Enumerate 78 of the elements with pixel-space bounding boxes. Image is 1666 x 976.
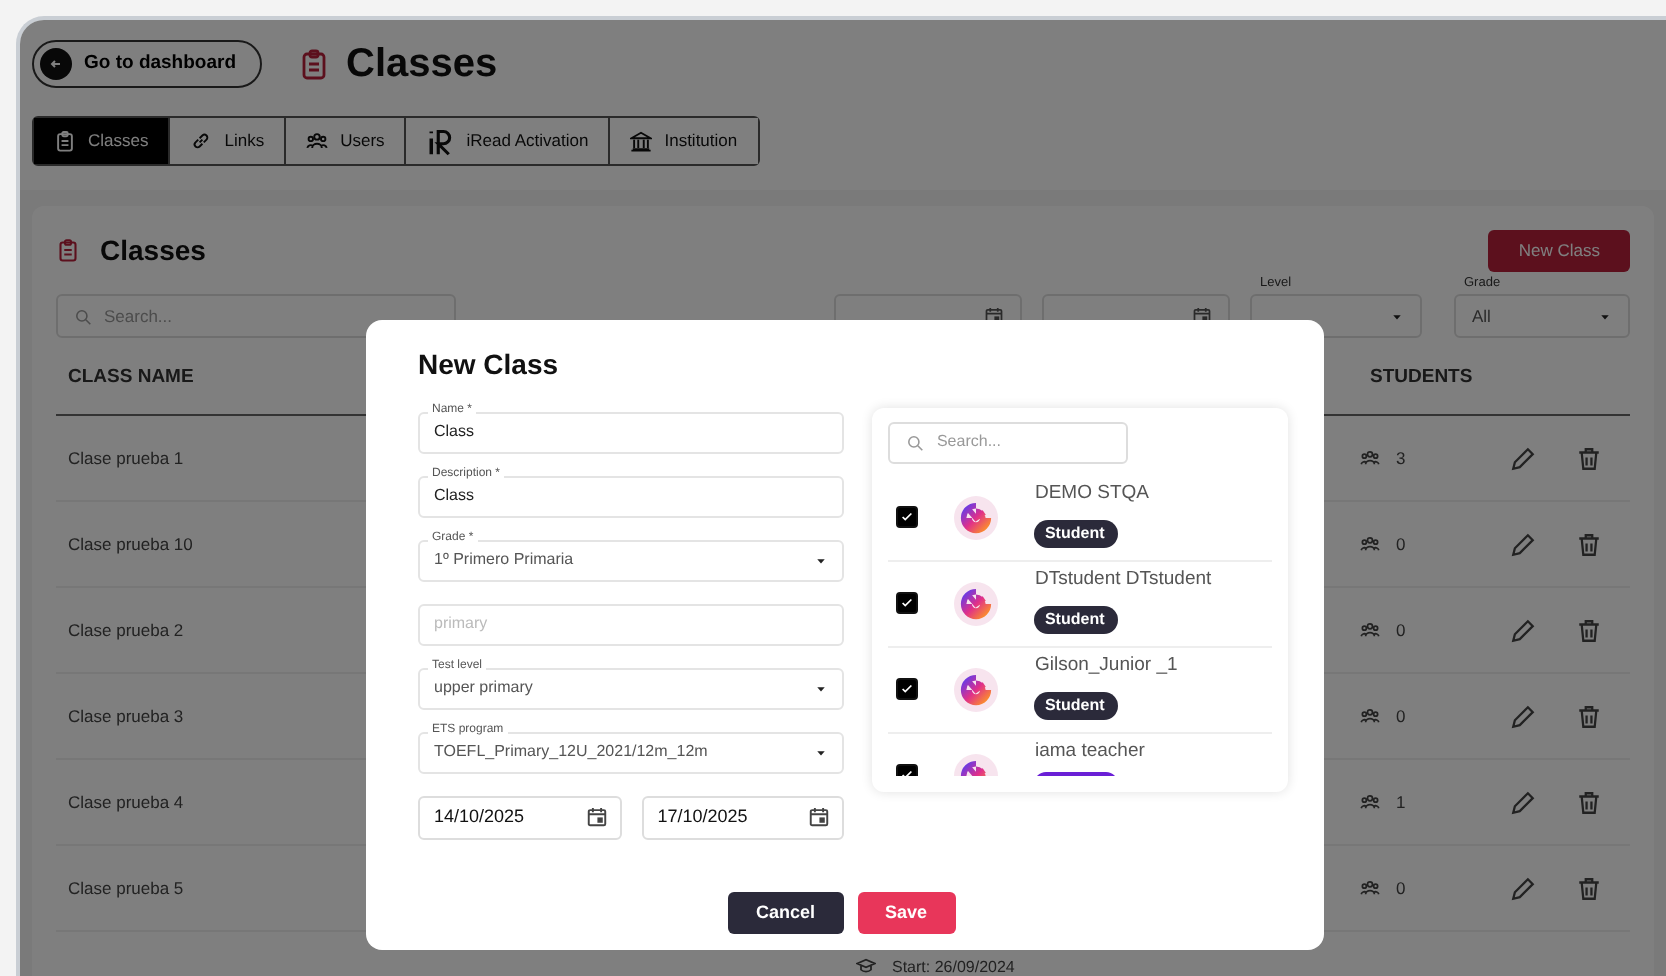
users-icon [1360, 534, 1380, 554]
member-name: iama teacher [1034, 739, 1145, 764]
clipboard-icon [298, 46, 330, 82]
search-field[interactable]: Search... [888, 421, 1129, 464]
new-class-button[interactable]: New Class [1488, 230, 1630, 272]
link-icon [190, 130, 213, 152]
calendar-icon [585, 806, 608, 829]
member-name: Gilson_Junior _1 [1034, 653, 1178, 678]
caret-icon [1598, 311, 1612, 321]
users-icon [306, 130, 329, 152]
column-header: STUDENTS [1370, 364, 1475, 393]
table-cell: Clase prueba 3 [68, 703, 184, 729]
users-icon [1360, 706, 1380, 726]
date-field[interactable]: 14/10/2025 [418, 795, 622, 840]
cancel-button[interactable]: Cancel [728, 891, 844, 934]
pencil-icon[interactable] [1510, 617, 1536, 643]
start-date: Start: 26/09/2024 [892, 957, 1015, 975]
pencil-icon[interactable] [1510, 531, 1536, 557]
checkbox[interactable] [896, 506, 919, 529]
check-icon [900, 510, 915, 525]
check-icon [900, 596, 915, 611]
checkbox[interactable] [896, 592, 919, 615]
clipboard-icon [56, 236, 80, 265]
pencil-icon[interactable] [1510, 789, 1536, 815]
trash-icon[interactable] [1576, 789, 1602, 815]
pencil-icon[interactable] [1510, 703, 1536, 729]
member-name: DEMO STQA [1034, 481, 1149, 506]
users-icon [1360, 878, 1380, 898]
graduation-cap-icon [856, 956, 876, 976]
checkbox[interactable] [896, 678, 919, 701]
trash-icon[interactable] [1576, 617, 1602, 643]
calendar-icon [808, 806, 831, 829]
table-cell: Clase prueba 10 [68, 531, 193, 557]
building-icon [630, 130, 653, 152]
date-field[interactable]: 17/10/2025 [641, 795, 845, 840]
student-count: 3 [1396, 445, 1406, 471]
trash-icon[interactable] [1576, 875, 1602, 901]
search-icon [74, 307, 92, 325]
table-cell: Clase prueba 4 [68, 789, 184, 815]
table-cell: Clase prueba 2 [68, 617, 184, 643]
users-icon [1360, 620, 1380, 640]
section-title: Classes [100, 234, 206, 268]
trash-icon[interactable] [1576, 703, 1602, 729]
student-count: 0 [1396, 531, 1406, 557]
arrow-left-icon [48, 56, 64, 72]
student-count: 0 [1396, 875, 1406, 901]
tab[interactable]: Classes [34, 118, 171, 164]
caret-icon [814, 555, 829, 566]
page-title: Classes [346, 40, 498, 88]
avatar-icon [954, 667, 999, 712]
caret-icon [1390, 311, 1404, 321]
caret-icon [814, 747, 829, 758]
save-button[interactable]: Save [857, 891, 956, 934]
back-button[interactable]: Go to dashboard [32, 40, 262, 88]
modal-title: New Class [418, 348, 561, 382]
check-icon [900, 682, 915, 697]
logo-icon [426, 125, 455, 157]
column-header: CLASS NAME [68, 364, 194, 393]
avatar-icon [954, 495, 999, 540]
avatar-icon [954, 581, 999, 626]
table-cell: Clase prueba 5 [68, 875, 184, 901]
pencil-icon[interactable] [1510, 875, 1536, 901]
student-count: 1 [1396, 789, 1406, 815]
student-count: 0 [1396, 617, 1406, 643]
trash-icon[interactable] [1576, 531, 1602, 557]
student-count: 0 [1396, 703, 1406, 729]
users-icon [1360, 448, 1380, 468]
pencil-icon[interactable] [1510, 445, 1536, 471]
caret-icon [814, 683, 829, 694]
role-badge: Student [1034, 691, 1119, 720]
users-icon [1360, 792, 1380, 812]
search-icon [906, 433, 925, 452]
member-name: DTstudent DTstudent [1034, 567, 1212, 592]
role-badge: Student [1034, 605, 1119, 634]
role-badge: Student [1034, 519, 1119, 548]
table-cell: Clase prueba 1 [68, 445, 184, 471]
clipboard-icon [54, 130, 76, 152]
trash-icon[interactable] [1576, 445, 1602, 471]
